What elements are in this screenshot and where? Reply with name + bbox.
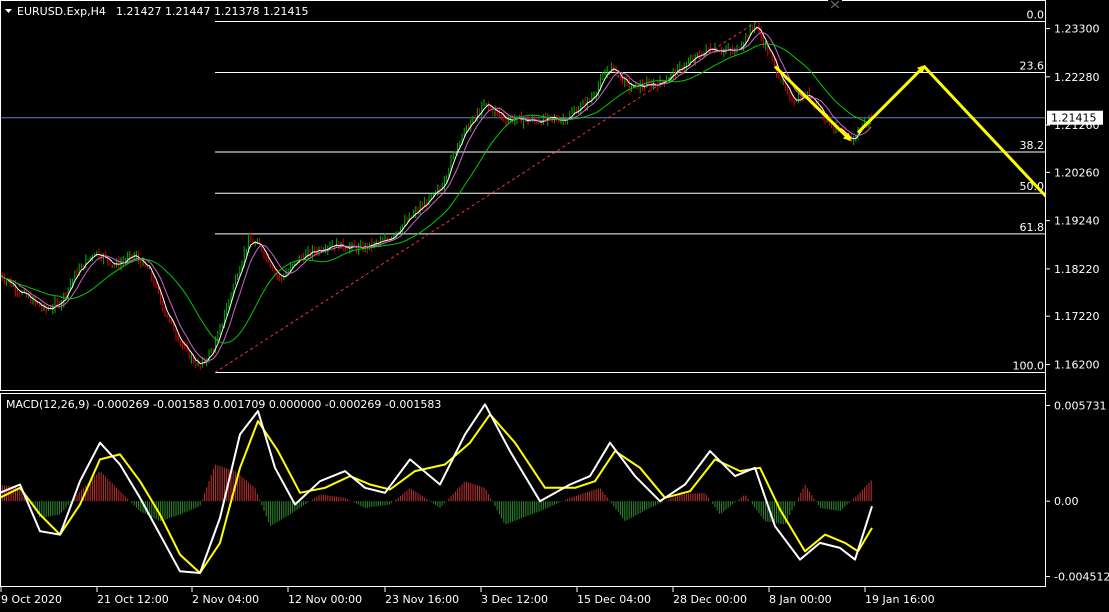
projection-arrow [773,65,852,142]
fib-level-label: 23.6 [1020,60,1045,73]
fib-level-label: 38.2 [1020,139,1045,152]
chart-window[interactable]: 0.0 23.6 38.2 50.0 61.8 100.0 1.23300 1.22280 1… [0,0,1109,608]
time-tick-label: 21 Oct 12:00 [97,593,169,606]
projection-arrow [856,64,926,134]
price-tick-label: 1.20260 [1054,166,1100,179]
time-tick-label: 15 Dec 04:00 [577,593,651,606]
chart-canvas[interactable]: 0.023.638.250.061.8100.0 1.233001.222801… [0,0,1109,608]
fib-level-label: 61.8 [1020,221,1045,234]
macd-signal-line [1,413,873,574]
ohlc-values: 1.21427 1.21447 1.21378 1.21415 [116,5,308,18]
time-tick-label: 3 Dec 12:00 [481,593,548,606]
price-tick-label: 1.22280 [1054,71,1100,84]
time-tick-label: 8 Jan 00:00 [769,593,832,606]
fib-level-label: 100.0 [1013,359,1045,372]
time-tick-label: 28 Dec 00:00 [673,593,747,606]
price-tick-label: 1.18220 [1054,263,1100,276]
ma-fast-line [1,26,872,365]
symbol-label: EURUSD.Exp,H4 [17,5,106,18]
price-tick-label: 1.19240 [1054,215,1100,228]
time-tick-label: 12 Nov 00:00 [288,593,362,606]
price-tick-label: 1.23300 [1054,23,1100,36]
main-pane-frame [0,0,1046,391]
ma-mid-line [1,31,872,362]
macd-main-line [1,403,873,574]
time-tick-label: 2 Nov 04:00 [192,593,259,606]
macd-tick-label: -0.004512 [1054,571,1109,584]
time-tick-label: 9 Oct 2020 [1,593,62,606]
macd-pane-frame [0,393,1046,587]
current-price-label: 1.21415 [1051,112,1097,125]
macd-tick-label: 0.00 [1054,495,1079,508]
close-icon[interactable] [828,0,842,10]
fib-level-label: 0.0 [1027,8,1045,21]
projection-arrow [922,65,1045,198]
time-tick-label: 23 Nov 16:00 [385,593,459,606]
time-tick-label: 19 Jan 16:00 [865,593,935,606]
price-tick-label: 1.16200 [1054,358,1100,371]
triangle-down-icon[interactable] [5,9,12,13]
macd-tick-label: 0.005731 [1054,399,1107,412]
macd-label: MACD(12,26,9) -0.000269 -0.001583 0.0017… [6,398,441,411]
price-tick-label: 1.17220 [1054,310,1100,323]
